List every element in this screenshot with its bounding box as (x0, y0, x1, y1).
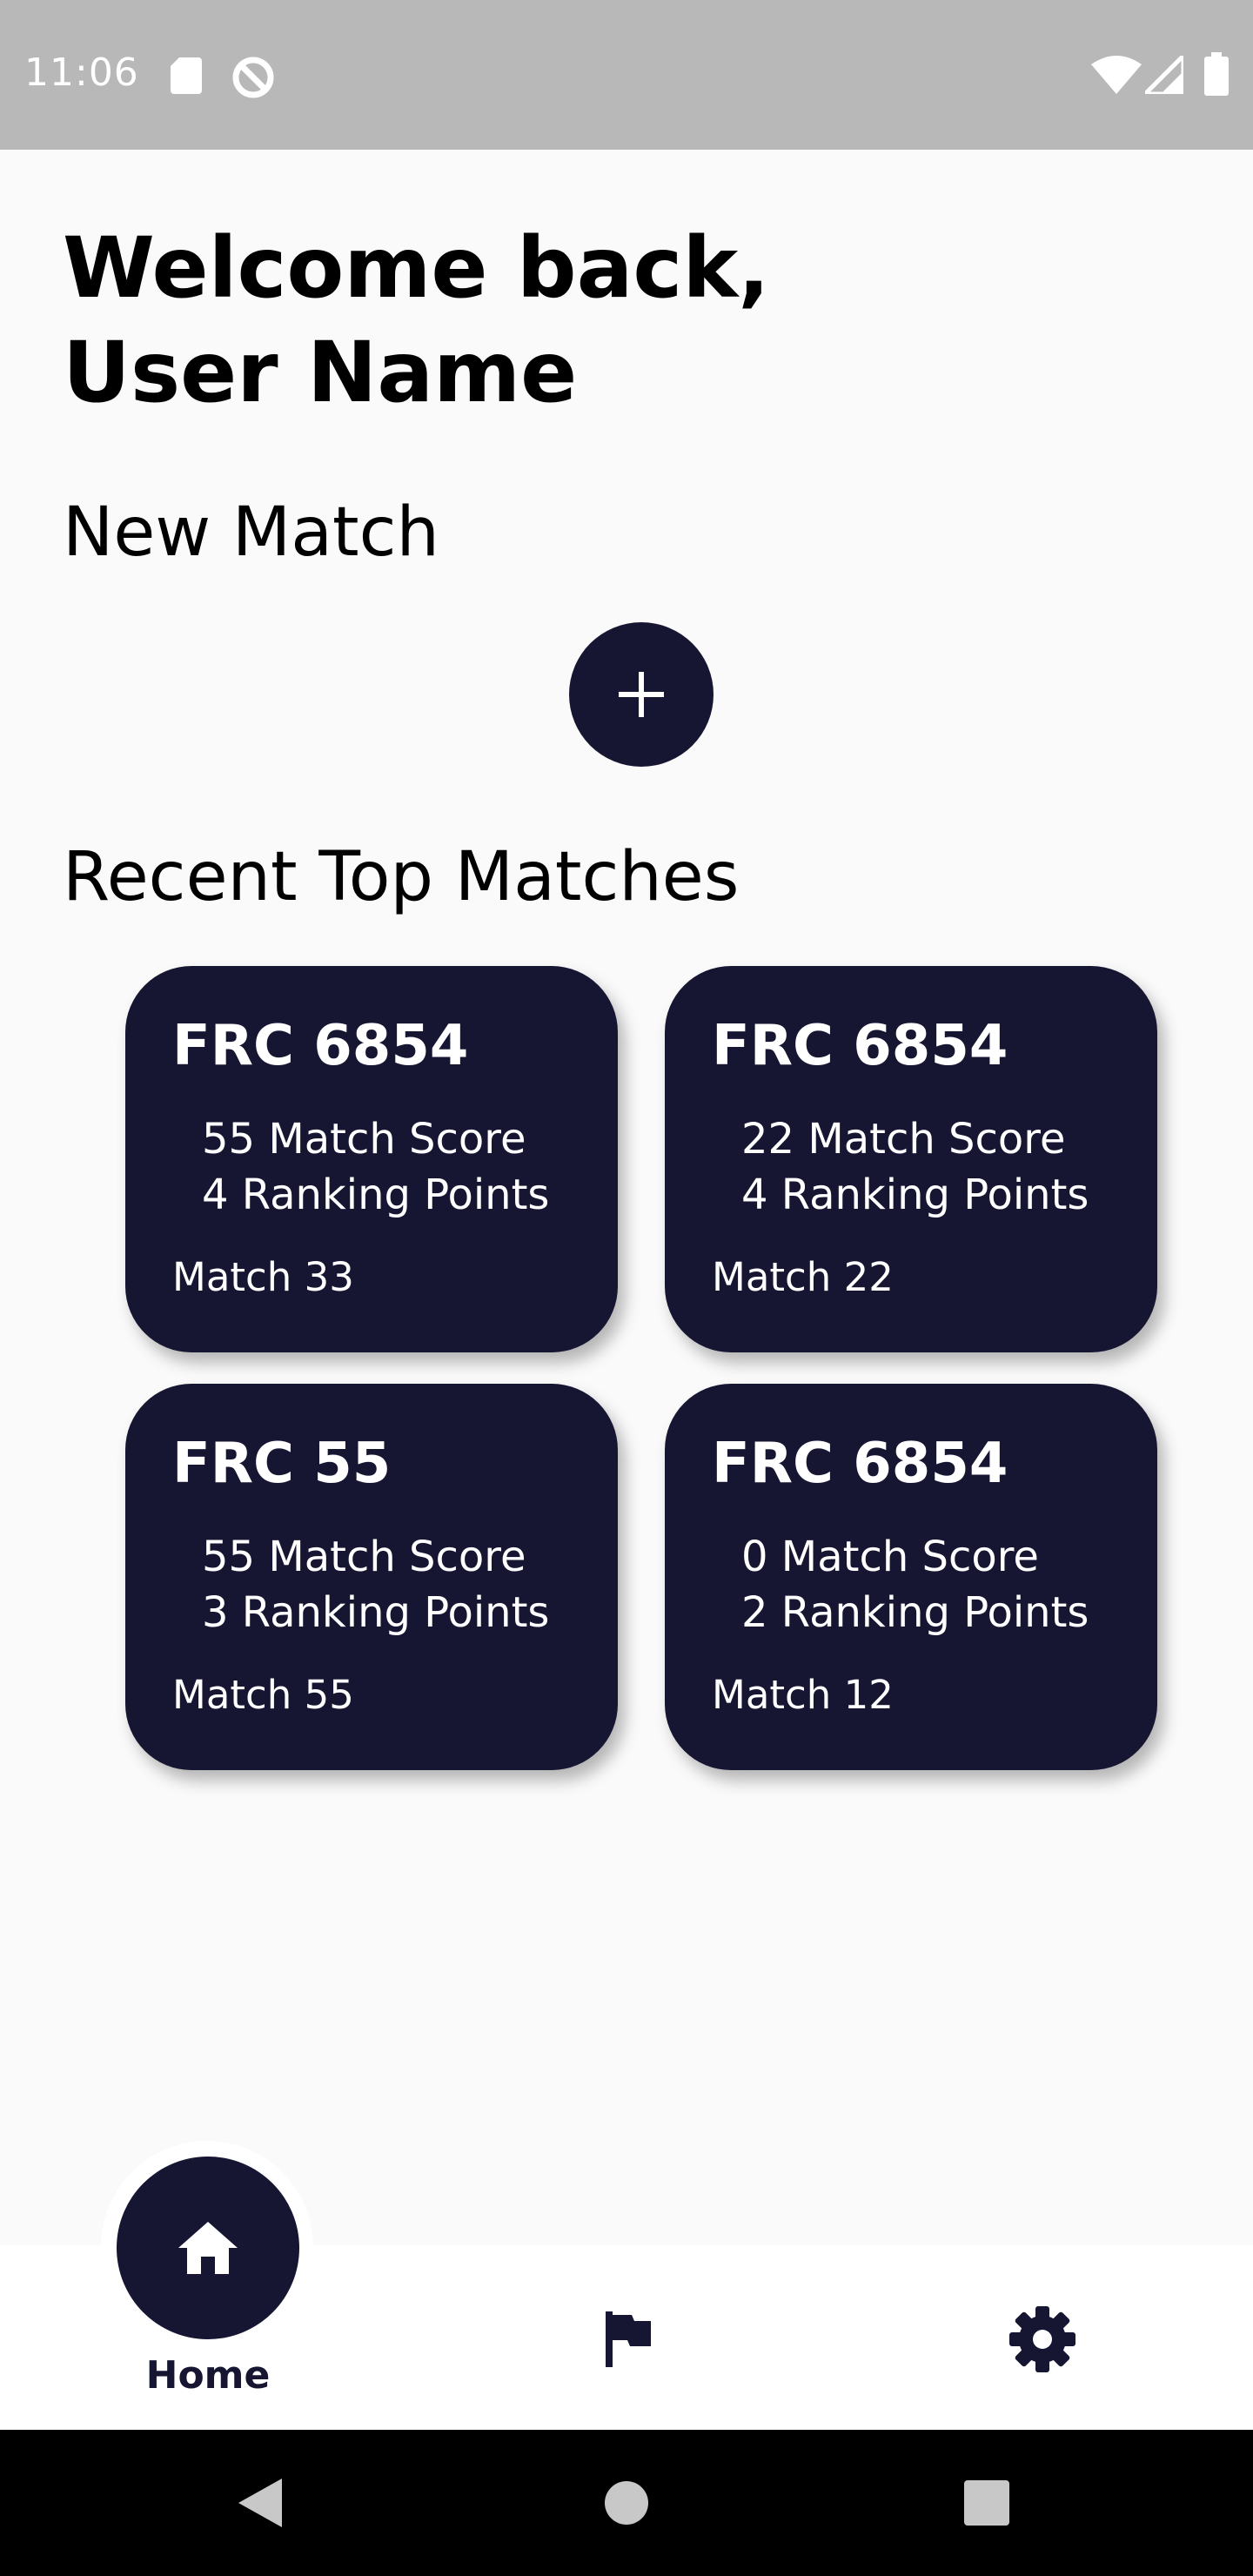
plus-icon (619, 672, 664, 717)
status-bar: 11:06 (0, 0, 1253, 150)
back-icon[interactable] (237, 2477, 284, 2529)
card-match-number: Match 55 (172, 1672, 354, 1718)
wifi-icon (1091, 56, 1142, 94)
status-time: 11:06 (24, 50, 139, 95)
match-card[interactable]: FRC 6854 22 Match Score 4 Ranking Points… (665, 966, 1157, 1352)
recents-icon[interactable] (964, 2480, 1009, 2526)
card-match-score: 55 Match Score (202, 1115, 526, 1164)
card-match-score: 22 Match Score (741, 1115, 1066, 1164)
card-team: FRC 6854 (712, 1014, 1008, 1078)
match-card[interactable]: FRC 55 55 Match Score 3 Ranking Points M… (125, 1384, 618, 1770)
card-team: FRC 6854 (172, 1014, 469, 1078)
recent-matches-title: Recent Top Matches (63, 838, 740, 916)
signal-icon (1145, 56, 1183, 94)
card-team: FRC 55 (172, 1432, 392, 1496)
battery-icon (1204, 52, 1229, 96)
sync-disabled-icon (232, 57, 274, 98)
match-card[interactable]: FRC 6854 0 Match Score 2 Ranking Points … (665, 1384, 1157, 1770)
welcome-heading: Welcome back, User Name (63, 216, 770, 425)
card-ranking-points: 2 Ranking Points (741, 1588, 1089, 1637)
welcome-line: Welcome back, (63, 219, 770, 317)
system-nav-bar (0, 2430, 1253, 2576)
new-match-button[interactable] (569, 622, 714, 767)
card-match-number: Match 22 (712, 1254, 894, 1300)
user-name: User Name (63, 324, 578, 421)
home-circle-icon[interactable] (604, 2480, 649, 2526)
card-match-score: 0 Match Score (741, 1533, 1039, 1581)
home-tab-button[interactable] (117, 2157, 299, 2339)
card-ranking-points: 4 Ranking Points (202, 1171, 550, 1219)
card-match-score: 55 Match Score (202, 1533, 526, 1581)
sd-card-icon (171, 57, 202, 94)
match-card[interactable]: FRC 6854 55 Match Score 4 Ranking Points… (125, 966, 618, 1352)
card-match-number: Match 33 (172, 1254, 354, 1300)
flag-icon[interactable] (604, 2311, 653, 2367)
card-team: FRC 6854 (712, 1432, 1008, 1496)
gear-icon[interactable] (1009, 2306, 1075, 2372)
card-ranking-points: 4 Ranking Points (741, 1171, 1089, 1219)
card-match-number: Match 12 (712, 1672, 894, 1718)
home-tab-label[interactable]: Home (0, 2353, 416, 2398)
new-match-title: New Match (63, 493, 439, 572)
card-ranking-points: 3 Ranking Points (202, 1588, 550, 1637)
home-icon (178, 2222, 238, 2274)
